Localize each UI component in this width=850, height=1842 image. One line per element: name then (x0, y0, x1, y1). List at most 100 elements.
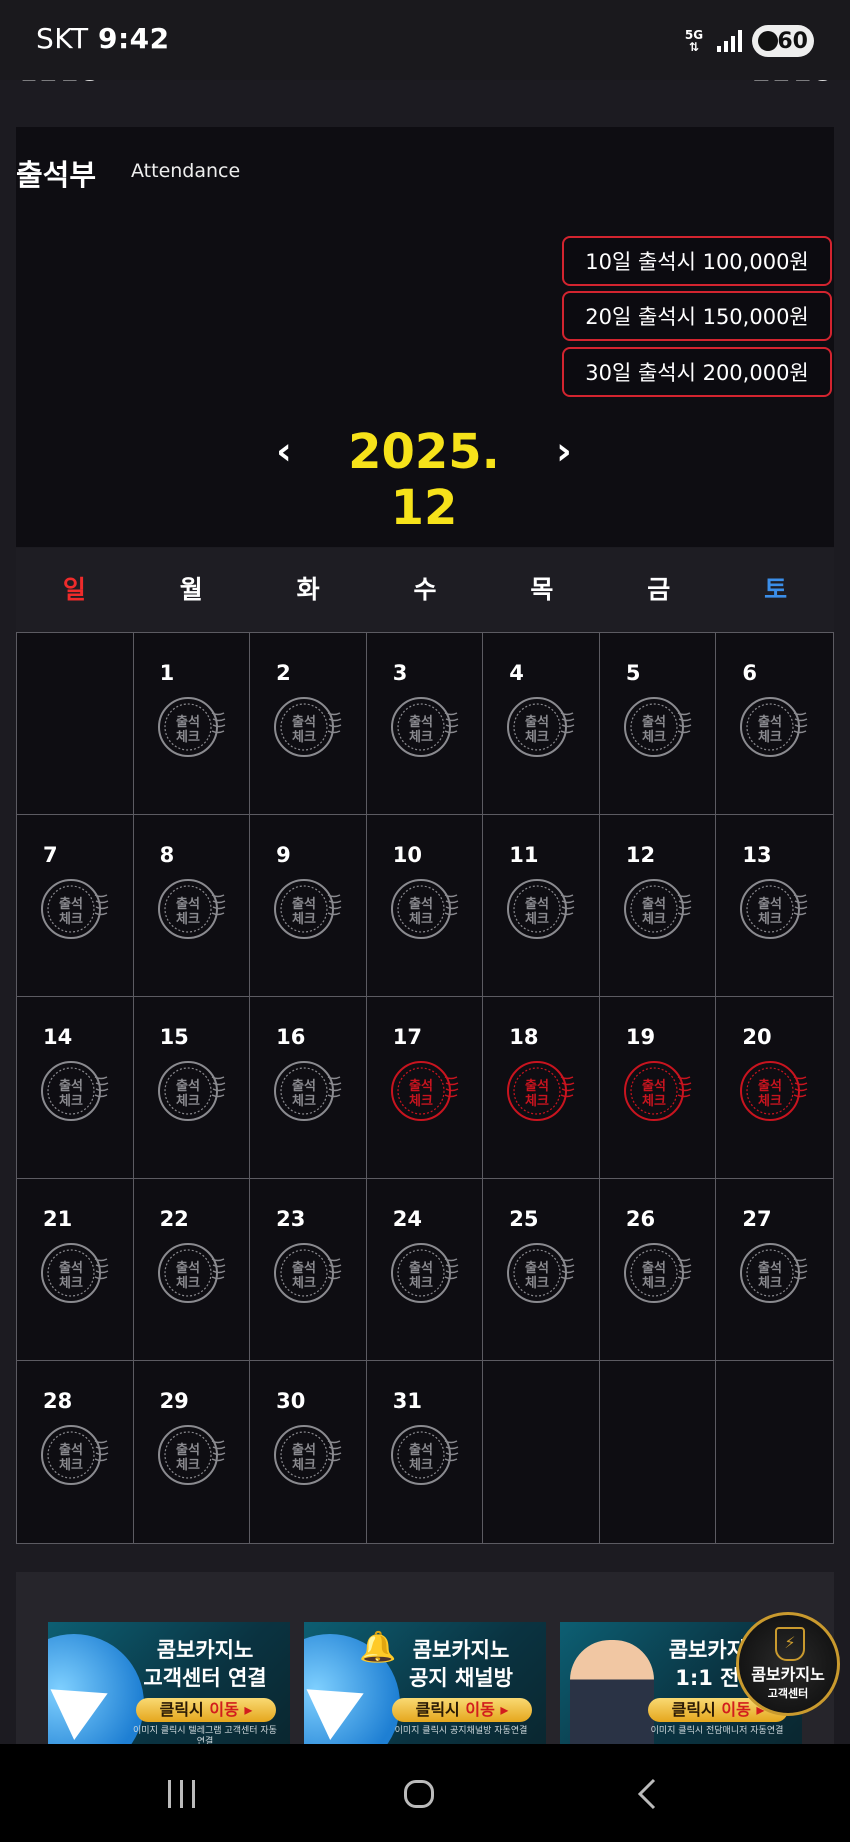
banner-button-text: 클릭시 (415, 1700, 466, 1719)
calendar-day-25[interactable]: 25 출석 체크 (483, 1179, 600, 1361)
stamp-text-bottom: 체크 (525, 730, 549, 745)
stamp-text-top: 출석 (176, 714, 200, 730)
back-button[interactable] (628, 1774, 688, 1814)
calendar-day-3[interactable]: 3 출석 체크 (366, 633, 484, 815)
calendar-day-1[interactable]: 1 출석 체크 (133, 633, 251, 815)
calendar-day-16[interactable]: 16 출석 체크 (250, 997, 367, 1179)
attendance-stamp-icon: 출석체크 (390, 879, 459, 939)
attendance-stamp-icon: 출석체크 (157, 1243, 225, 1303)
floating-sublabel: 고객센터 (767, 1687, 809, 1700)
calendar-day-2[interactable]: 2 출석 체크 (250, 633, 367, 815)
attendance-stamp-icon: 출석체크 (623, 1243, 692, 1303)
stamp-text-bottom: 체크 (176, 912, 200, 927)
calendar-empty-cell (17, 633, 134, 815)
floating-support-button[interactable]: ⚡ 콤보카지노 고객센터 (736, 1612, 840, 1716)
attendance-stamp-icon: 출석체크 (623, 697, 692, 757)
recent-apps-button[interactable] (152, 1774, 212, 1814)
weekday-header: 일 월 화 수 목 금 토 (16, 548, 834, 632)
month-label: 2025. 12 (348, 424, 500, 536)
day-number: 1 (159, 661, 175, 685)
calendar-day-13[interactable]: 13 출석 체크 (716, 815, 833, 997)
calendar-day-9[interactable]: 9 출석 체크 (250, 815, 367, 997)
day-number: 21 (43, 1207, 73, 1231)
stamp-text-top: 출석 (176, 1260, 200, 1276)
attendance-stamp-icon: 출석체크 (507, 879, 575, 939)
stamp-text-top: 출석 (292, 896, 316, 912)
attendance-stamp-icon: 출석체크 (274, 697, 342, 757)
calendar-day-17[interactable]: 17 출석 체크 (366, 997, 484, 1179)
calendar-day-22[interactable]: 22 출석 체크 (133, 1179, 251, 1361)
day-number: 2 (276, 661, 291, 685)
calendar-day-27[interactable]: 27 출석 체크 (716, 1179, 833, 1361)
calendar-day-26[interactable]: 26 출석 체크 (599, 1179, 717, 1361)
battery-level: 60 (777, 28, 808, 54)
floating-label: 콤보카지노 (751, 1665, 825, 1684)
stamp-text-top: 출석 (176, 1078, 200, 1094)
calendar-day-28[interactable]: 28 출석 체크 (17, 1361, 134, 1543)
attendance-stamp-icon: 출석체크 (390, 697, 459, 757)
day-number: 24 (392, 1207, 422, 1231)
weekday-sun: 일 (62, 575, 86, 604)
day-number: 18 (509, 1025, 539, 1049)
banner-button-text: 클릭시 (671, 1700, 722, 1719)
attendance-stamp-icon: 출석체크 (507, 697, 575, 757)
calendar-day-7[interactable]: 7 출석 체크 (17, 815, 134, 997)
stamp-text-top: 출석 (409, 1260, 433, 1276)
calendar-day-30[interactable]: 30 출석 체크 (250, 1361, 367, 1543)
attendance-stamp-icon: 출석체크 (41, 1061, 109, 1121)
stamp-text-bottom: 체크 (409, 1276, 433, 1291)
stamp-text-top: 출석 (292, 714, 316, 730)
calendar-day-18[interactable]: 18 출석 체크 (483, 997, 600, 1179)
attendance-stamp-icon: 출석체크 (41, 1243, 109, 1303)
stamp-text-bottom: 체크 (758, 912, 782, 927)
month-navigator: ‹ 2025. 12 › (264, 422, 584, 536)
banner-note: 이미지 클릭시 공지채널방 자동연결 (394, 1726, 528, 1736)
weekday-tue: 화 (296, 575, 320, 604)
stamp-text-bottom: 체크 (292, 1458, 316, 1473)
home-button[interactable] (392, 1774, 452, 1814)
stamp-text-bottom: 체크 (176, 1094, 200, 1109)
calendar-day-12[interactable]: 12 출석 체크 (599, 815, 717, 997)
calendar-day-29[interactable]: 29 출석 체크 (134, 1361, 251, 1543)
shield-icon: ⚡ (775, 1627, 805, 1661)
day-number: 27 (742, 1207, 772, 1231)
calendar-day-24[interactable]: 24 출석 체크 (366, 1179, 484, 1361)
stamp-text-bottom: 체크 (642, 912, 666, 927)
calendar-day-14[interactable]: 14 출석 체크 (17, 997, 134, 1179)
calendar-day-21[interactable]: 21 출석 체크 (17, 1179, 134, 1361)
calendar-day-6[interactable]: 6 출석 체크 (716, 633, 833, 815)
calendar-day-5[interactable]: 5 출석 체크 (599, 633, 717, 815)
day-number: 12 (625, 843, 656, 867)
calendar-day-8[interactable]: 8 출석 체크 (133, 815, 251, 997)
clock-time: 9:42 (97, 22, 170, 55)
day-number: 11 (509, 843, 539, 867)
calendar-day-19[interactable]: 19 출석 체크 (599, 997, 717, 1179)
prev-month-button[interactable]: ‹ (264, 428, 304, 474)
day-number: 8 (159, 843, 175, 867)
calendar-day-10[interactable]: 10 출석 체크 (366, 815, 484, 997)
calendar-day-23[interactable]: 23 출석 체크 (250, 1179, 367, 1361)
attendance-stamp-icon: 출석체크 (390, 1243, 459, 1303)
banner-button-highlight: 이동 ▸ (465, 1700, 509, 1719)
calendar-day-4[interactable]: 4 출석 체크 (483, 633, 600, 815)
day-number: 28 (43, 1389, 73, 1413)
next-month-button[interactable]: › (544, 428, 584, 474)
day-number: 10 (392, 843, 422, 867)
stamp-text-top: 출석 (292, 1260, 316, 1276)
calendar-day-11[interactable]: 11 출석 체크 (483, 815, 600, 997)
stamp-text-top: 출석 (409, 896, 433, 912)
day-number: 6 (742, 661, 758, 685)
attendance-stamp-icon: 출석체크 (274, 1061, 342, 1121)
stamp-text-bottom: 체크 (292, 912, 316, 927)
stamp-text-bottom: 체크 (292, 1276, 316, 1291)
telegram-support-banner[interactable]: 콤보카지노 고객센터 연결 클릭시 이동 ▸ 이미지 클릭시 텔레그램 고객센터… (48, 1622, 290, 1744)
calendar-day-15[interactable]: 15 출석 체크 (133, 997, 251, 1179)
calendar-day-31[interactable]: 31 출석 체크 (367, 1361, 484, 1543)
status-bar: SKT 9:42 5G ⇅ 60 (0, 0, 850, 80)
stamp-text-top: 출석 (176, 1442, 200, 1458)
calendar-day-20[interactable]: 20 출석 체크 (716, 997, 833, 1179)
day-number: 25 (509, 1207, 539, 1231)
day-number: 23 (276, 1207, 306, 1231)
notice-channel-banner[interactable]: 🔔 콤보카지노 공지 채널방 클릭시 이동 ▸ 이미지 클릭시 공지채널방 자동… (304, 1622, 546, 1744)
stamp-text-bottom: 체크 (59, 1094, 83, 1109)
